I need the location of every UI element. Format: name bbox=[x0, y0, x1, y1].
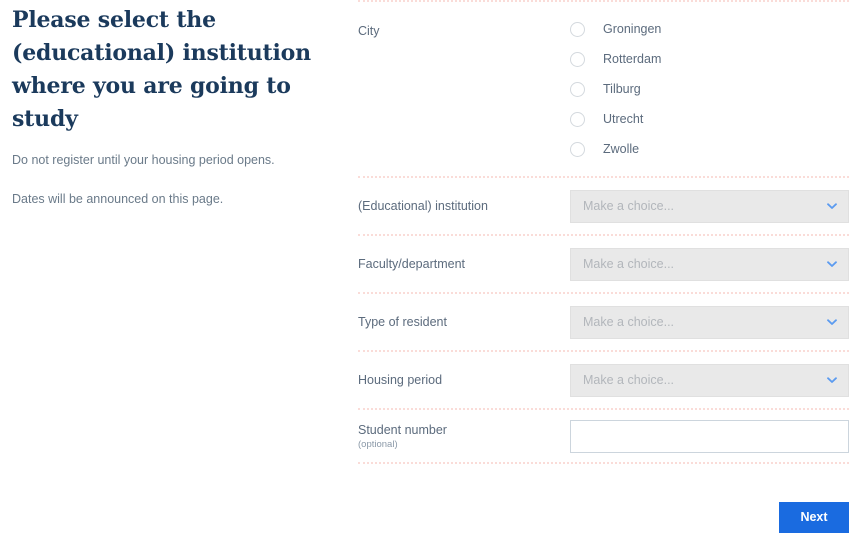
form-row-resident-type: Type of resident Make a choice... bbox=[358, 294, 849, 350]
city-options-list: Groningen Rotterdam Tilburg Utrecht Zwol… bbox=[570, 14, 849, 164]
resident-type-select[interactable]: Make a choice... bbox=[570, 305, 849, 339]
label-student-number-optional: (optional) bbox=[358, 438, 398, 450]
radio-circle-icon[interactable] bbox=[570, 51, 585, 67]
radio-option-groningen[interactable]: Groningen bbox=[570, 14, 849, 44]
form-row-institution: (Educational) institution Make a choice.… bbox=[358, 178, 849, 234]
form-row-city: City Groningen Rotterdam Tilburg Utrecht… bbox=[358, 2, 849, 176]
intro-column: Please select the (educational) institut… bbox=[12, 0, 332, 208]
student-number-control bbox=[570, 419, 849, 453]
radio-label-tilburg: Tilburg bbox=[603, 81, 641, 96]
radio-label-rotterdam: Rotterdam bbox=[603, 51, 662, 66]
radio-circle-icon[interactable] bbox=[570, 21, 585, 37]
label-student-number-text: Student number bbox=[358, 422, 447, 437]
radio-label-utrecht: Utrecht bbox=[603, 111, 644, 126]
housing-period-select-value: Make a choice... bbox=[583, 373, 675, 387]
intro-note-secondary: Dates will be announced on this page. bbox=[12, 192, 224, 206]
institution-control: Make a choice... bbox=[570, 189, 849, 223]
form-footer: Next bbox=[358, 464, 849, 533]
form-row-faculty: Faculty/department Make a choice... bbox=[358, 236, 849, 292]
radio-option-utrecht[interactable]: Utrecht bbox=[570, 104, 849, 134]
radio-option-tilburg[interactable]: Tilburg bbox=[570, 74, 849, 104]
intro-note-primary: Do not register until your housing perio… bbox=[12, 153, 275, 167]
faculty-select-value: Make a choice... bbox=[583, 257, 675, 271]
radio-option-rotterdam[interactable]: Rotterdam bbox=[570, 44, 849, 74]
label-institution: (Educational) institution bbox=[358, 199, 488, 213]
institution-select-value: Make a choice... bbox=[583, 199, 675, 213]
radio-circle-icon[interactable] bbox=[570, 141, 585, 157]
faculty-select[interactable]: Make a choice... bbox=[570, 247, 849, 281]
label-resident-type: Type of resident bbox=[358, 315, 447, 329]
institution-select[interactable]: Make a choice... bbox=[570, 189, 849, 223]
registration-form: City Groningen Rotterdam Tilburg Utrecht… bbox=[358, 0, 849, 533]
chevron-down-icon bbox=[827, 377, 837, 383]
student-number-input[interactable] bbox=[570, 419, 849, 453]
chevron-down-icon bbox=[827, 261, 837, 267]
label-student-number: Student number (optional) bbox=[358, 422, 570, 451]
radio-circle-icon[interactable] bbox=[570, 81, 585, 97]
resident-type-control: Make a choice... bbox=[570, 305, 849, 339]
radio-label-groningen: Groningen bbox=[603, 21, 662, 36]
form-row-student-number: Student number (optional) bbox=[358, 410, 849, 462]
next-button[interactable]: Next bbox=[779, 502, 849, 533]
label-housing-period: Housing period bbox=[358, 373, 443, 387]
faculty-control: Make a choice... bbox=[570, 247, 849, 281]
chevron-down-icon bbox=[827, 203, 837, 209]
registration-page: Please select the (educational) institut… bbox=[0, 0, 865, 533]
housing-period-control: Make a choice... bbox=[570, 363, 849, 397]
label-city: City bbox=[358, 24, 380, 38]
radio-label-zwolle: Zwolle bbox=[603, 141, 640, 156]
radio-circle-icon[interactable] bbox=[570, 111, 585, 127]
form-row-housing-period: Housing period Make a choice... bbox=[358, 352, 849, 408]
page-title: Please select the (educational) institut… bbox=[12, 7, 311, 132]
radio-option-zwolle[interactable]: Zwolle bbox=[570, 134, 849, 164]
resident-type-select-value: Make a choice... bbox=[583, 315, 675, 329]
housing-period-select[interactable]: Make a choice... bbox=[570, 363, 849, 397]
label-faculty: Faculty/department bbox=[358, 257, 465, 271]
city-radio-group: Groningen Rotterdam Tilburg Utrecht Zwol… bbox=[570, 14, 849, 164]
chevron-down-icon bbox=[827, 319, 837, 325]
